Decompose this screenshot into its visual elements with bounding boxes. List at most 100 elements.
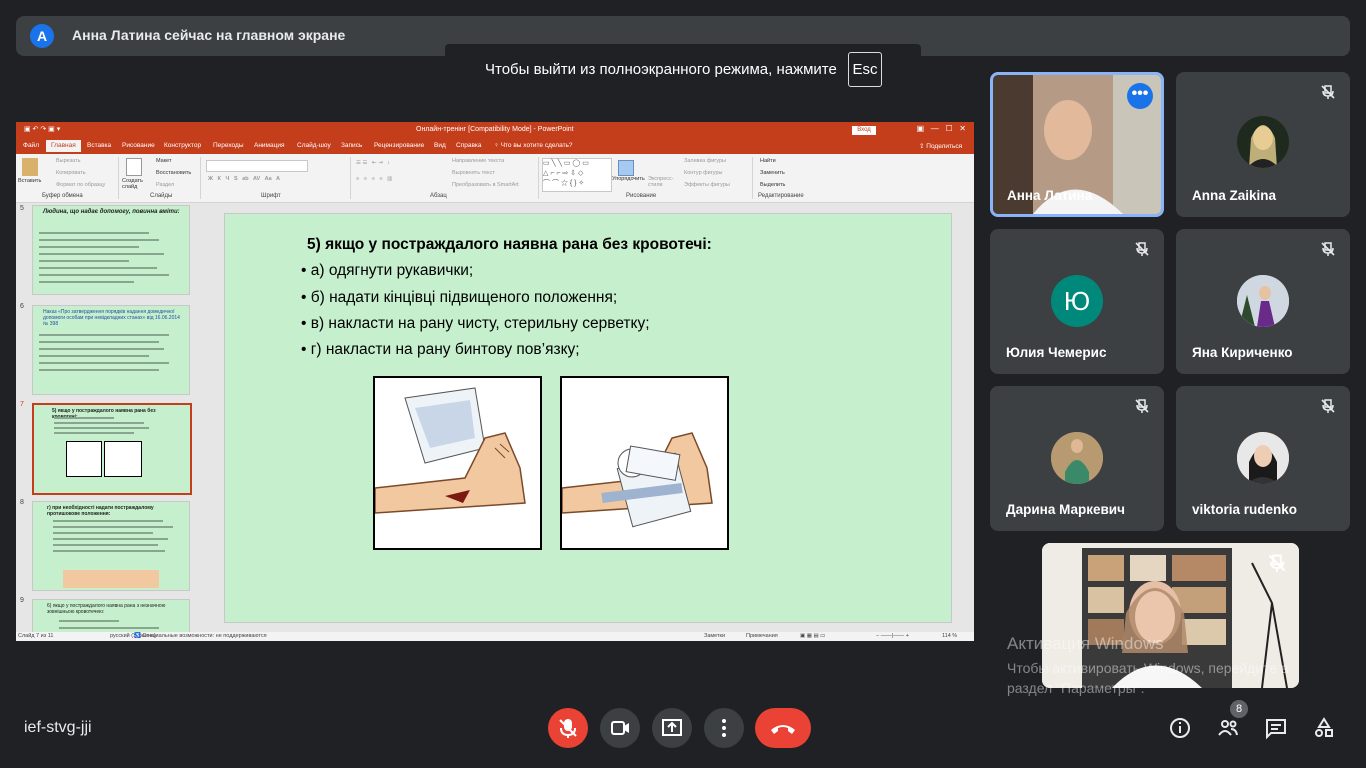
font-format-buttons[interactable]: Ж К Ч S ab AV Aa A — [208, 176, 280, 182]
tab-transitions[interactable]: Переходы — [213, 142, 244, 149]
format-painter-button[interactable]: Формат по образцу — [56, 182, 105, 188]
quick-styles-button[interactable]: Экспресс-стили — [648, 176, 682, 188]
replace-button[interactable]: Заменить — [760, 170, 785, 176]
slide-thumbnail-5[interactable]: Людина, що надає допомогу, повинна вміти… — [32, 205, 190, 295]
tab-design[interactable]: Конструктор — [164, 142, 201, 149]
tab-home[interactable]: Главная — [46, 140, 81, 152]
comments-button[interactable]: Примечания — [746, 633, 778, 639]
tell-me-search[interactable]: ♀ Что вы хотите сделать? — [494, 142, 573, 149]
present-icon — [662, 719, 682, 736]
mic-toggle-button[interactable] — [548, 708, 588, 748]
thumb-text-line — [53, 550, 165, 552]
avatar-photo — [1237, 275, 1289, 327]
thumb-text-line — [39, 348, 164, 350]
share-button[interactable]: ⇪ Поделиться — [919, 142, 962, 150]
tab-record[interactable]: Запись — [341, 142, 362, 149]
thumb-text-line — [54, 422, 144, 424]
arrange-button[interactable]: Упорядочить — [612, 176, 645, 182]
share-label: Поделиться — [926, 143, 963, 150]
slide-thumbnail-8[interactable]: г) при необхідності надати постраждалому… — [32, 501, 190, 591]
layout-button[interactable]: Макет — [156, 158, 172, 164]
zoom-level[interactable]: 114 % — [942, 633, 957, 639]
new-slide-button[interactable]: Создать слайд — [122, 178, 150, 190]
participant-tile[interactable]: Anna Zaikina — [1176, 72, 1350, 217]
notes-button[interactable]: Заметки — [704, 633, 725, 639]
tab-insert[interactable]: Вставка — [87, 142, 111, 149]
slide-thumbnail-7-selected[interactable]: 5) якщо у постраждалого наявна рана без … — [32, 403, 192, 495]
slide-bullet-text: б) надати кінцівці підвищеного положення… — [310, 289, 618, 306]
tab-file[interactable]: Файл — [23, 142, 39, 149]
thumb-text-line — [39, 369, 159, 371]
wound-napkin-illustration — [373, 376, 542, 550]
thumb-text-line — [39, 274, 169, 276]
tab-help[interactable]: Справка — [456, 142, 482, 149]
slide-thumbnails-pane: 5 Людина, що надає допомогу, повинна вмі… — [16, 203, 206, 632]
info-icon[interactable] — [1168, 716, 1192, 740]
tab-review[interactable]: Рецензирование — [374, 142, 424, 149]
align-buttons[interactable]: ≡ ≡ ≡ ≡ ▥ — [356, 176, 392, 182]
activities-icon[interactable] — [1312, 716, 1336, 740]
avatar — [1237, 275, 1289, 327]
font-name-field[interactable] — [206, 160, 308, 172]
cut-button[interactable]: Вырезать — [56, 158, 80, 164]
ribbon-divider — [200, 157, 201, 199]
shape-fill-button[interactable]: Заливка фигуры — [684, 158, 726, 164]
view-buttons[interactable]: ▣ ▦ ▤ ▭ — [800, 633, 825, 639]
slide-thumbnail-9[interactable]: 6) якщо у постраждалого наявна рана з не… — [32, 599, 190, 632]
thumb-number: 8 — [20, 499, 24, 506]
chat-icon[interactable] — [1264, 716, 1288, 740]
participant-name: Яна Кириченко — [1192, 345, 1293, 360]
list-buttons[interactable]: ☰ ☰ ⇤ ⇥ ↕ — [356, 160, 390, 166]
zoom-slider[interactable]: − ——|—— + — [876, 633, 909, 639]
thumb-title: Людина, що надає допомогу, повинна вміти… — [43, 209, 180, 215]
participant-tile[interactable]: Ю Юлия Чемерис — [990, 229, 1164, 374]
status-accessibility[interactable]: ♿ Специальные возможности: не поддержива… — [134, 633, 267, 639]
reset-button[interactable]: Восстановить — [156, 170, 191, 176]
select-button[interactable]: Выделить — [760, 182, 785, 188]
shape-outline-button[interactable]: Контур фигуры — [684, 170, 722, 176]
paragraph-group-label: Абзац — [430, 193, 447, 199]
participant-tile[interactable]: Яна Кириченко — [1176, 229, 1350, 374]
leave-call-button[interactable] — [755, 708, 811, 748]
present-screen-button[interactable] — [652, 708, 692, 748]
people-icon[interactable] — [1216, 716, 1240, 740]
shapes-gallery[interactable]: ▭ ╲ ╲ ▭ ◯ ▭ △ ⌐ ⌐ ⇨ ⇩ ◇ ⌒ ⌒ ☆ { } ✧ — [542, 158, 612, 192]
more-options-button[interactable] — [704, 708, 744, 748]
participant-tile[interactable]: viktoria rudenko — [1176, 386, 1350, 531]
tab-slideshow[interactable]: Слайд-шоу — [297, 142, 331, 149]
paste-button[interactable]: Вставить — [18, 178, 41, 184]
meeting-code: ief-stvg-jji — [24, 719, 92, 736]
participant-tile-presenter[interactable]: ••• Анна Латина — [990, 72, 1164, 217]
smartart-button[interactable]: Преобразовать в SmartArt — [452, 182, 519, 188]
camera-toggle-button[interactable] — [600, 708, 640, 748]
quick-access-toolbar[interactable]: ▣ ↶ ↷ ▣ ▾ — [24, 125, 60, 133]
participant-name: Анна Латина — [1007, 188, 1093, 203]
participant-name: Юлия Чемерис — [1006, 345, 1107, 360]
find-button[interactable]: Найти — [760, 158, 776, 164]
align-text-button[interactable]: Выровнять текст — [452, 170, 495, 176]
shared-screen-powerpoint: ▣ ↶ ↷ ▣ ▾ Онлайн-тренінг [Compatibility … — [16, 122, 974, 641]
lightbulb-icon: ♀ — [494, 142, 501, 149]
thumb-text-line — [39, 334, 169, 336]
slide-bullet-item: • а) одягнути рукавички; — [301, 262, 474, 279]
login-button[interactable]: Вход — [852, 126, 876, 135]
tab-animations[interactable]: Анимация — [254, 142, 285, 149]
participant-tile[interactable]: Дарина Маркевич — [990, 386, 1164, 531]
shape-effects-button[interactable]: Эффекты фигуры — [684, 182, 730, 188]
text-direction-button[interactable]: Направление текста — [452, 158, 504, 164]
participant-count-badge: 8 — [1230, 700, 1248, 718]
participant-name: Дарина Маркевич — [1006, 502, 1125, 517]
foot-bandage-icon — [561, 432, 713, 528]
window-controls[interactable]: ▣ — ☐ ✕ — [917, 124, 966, 133]
slide-thumbnail-6[interactable]: Наказ «Про затвердження порядків надання… — [32, 305, 190, 395]
copy-button[interactable]: Копировать — [56, 170, 86, 176]
thumbnails-scrollbar[interactable] — [200, 203, 205, 632]
current-slide[interactable]: 5) якщо у постраждалого наявна рана без … — [224, 213, 952, 623]
section-button[interactable]: Раздел — [156, 182, 174, 188]
thumb-text-line — [39, 253, 164, 255]
more-options-icon[interactable]: ••• — [1127, 83, 1153, 109]
tab-view[interactable]: Вид — [434, 142, 446, 149]
ribbon-divider — [752, 157, 753, 199]
avatar-initial: Ю — [1051, 275, 1103, 327]
tab-draw[interactable]: Рисование — [122, 142, 155, 149]
